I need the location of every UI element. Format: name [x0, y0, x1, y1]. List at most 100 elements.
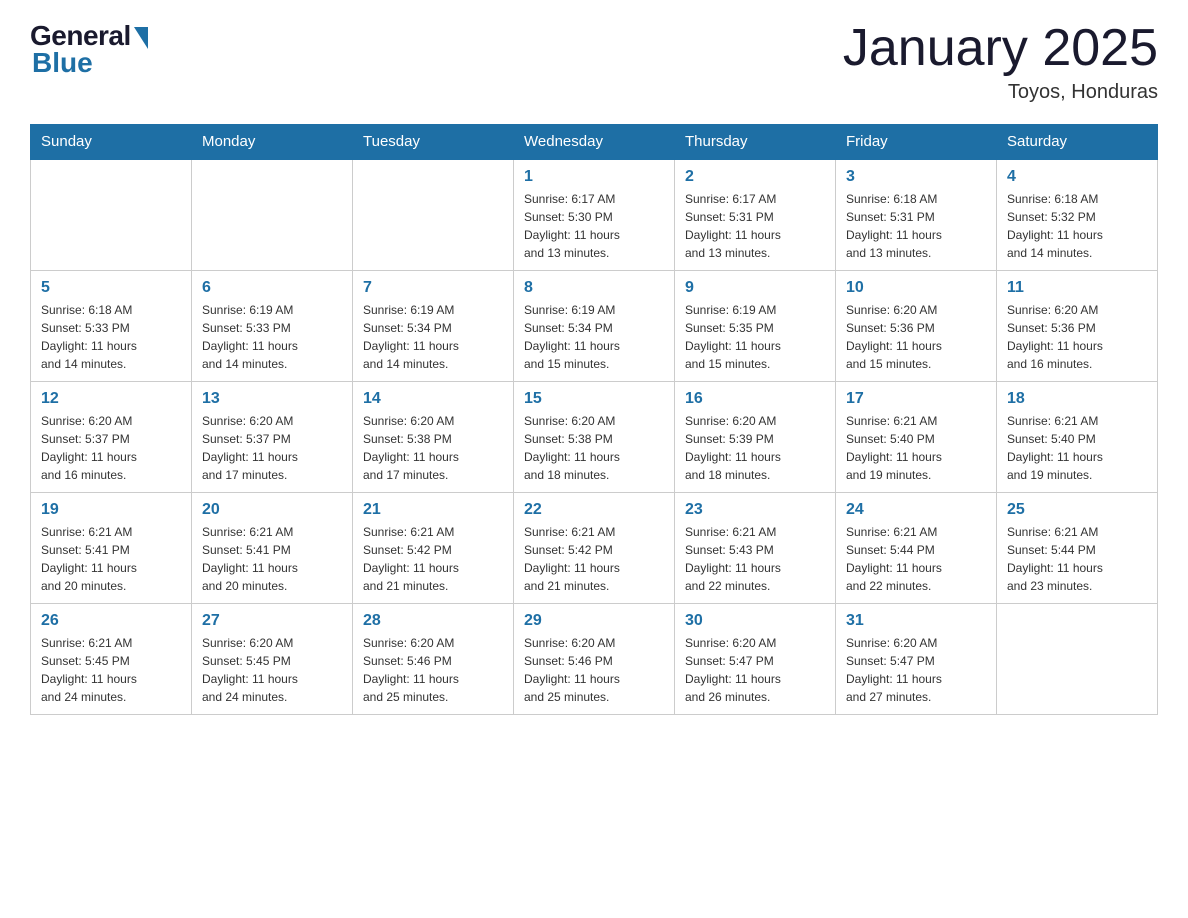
- calendar-table: SundayMondayTuesdayWednesdayThursdayFrid…: [30, 124, 1158, 715]
- calendar-cell: 24 Sunrise: 6:21 AM Sunset: 5:44 PM Dayli…: [836, 493, 997, 604]
- header-wednesday: Wednesday: [514, 125, 675, 160]
- calendar-cell: 19Sunrise: 6:21 AM Sunset: 5:41 PM Dayli…: [31, 493, 192, 604]
- day-info: Sunrise: 6:21 AM Sunset: 5:45 PM Dayligh…: [41, 634, 181, 706]
- calendar-cell: 25Sunrise: 6:21 AM Sunset: 5:44 PM Dayli…: [997, 493, 1158, 604]
- day-info: Sunrise: 6:20 AM Sunset: 5:38 PM Dayligh…: [524, 412, 664, 484]
- calendar-cell: 29 Sunrise: 6:20 AM Sunset: 5:46 PM Dayli…: [514, 604, 675, 715]
- calendar-week-row: 5Sunrise: 6:18 AM Sunset: 5:33 PM Daylig…: [31, 271, 1158, 382]
- day-number: 11: [1007, 279, 1147, 297]
- calendar-cell: [997, 604, 1158, 715]
- calendar-week-row: 19Sunrise: 6:21 AM Sunset: 5:41 PM Dayli…: [31, 493, 1158, 604]
- calendar-cell: 9Sunrise: 6:19 AM Sunset: 5:35 PM Daylig…: [675, 271, 836, 382]
- logo-triangle-icon: [134, 27, 148, 49]
- day-number: 28: [363, 612, 503, 630]
- calendar-cell: 17 Sunrise: 6:21 AM Sunset: 5:40 PM Dayli…: [836, 382, 997, 493]
- day-info: Sunrise: 6:21 AM Sunset: 5:40 PM Dayligh…: [1007, 412, 1147, 484]
- day-number: 16: [685, 390, 825, 408]
- calendar-cell: [31, 159, 192, 271]
- calendar-cell: 27 Sunrise: 6:20 AM Sunset: 5:45 PM Dayli…: [192, 604, 353, 715]
- day-number: 29: [524, 612, 664, 630]
- calendar-cell: 18 Sunrise: 6:21 AM Sunset: 5:40 PM Dayli…: [997, 382, 1158, 493]
- day-info: Sunrise: 6:19 AM Sunset: 5:34 PM Dayligh…: [363, 301, 503, 373]
- calendar-cell: 7 Sunrise: 6:19 AM Sunset: 5:34 PM Daylig…: [353, 271, 514, 382]
- day-info: Sunrise: 6:21 AM Sunset: 5:40 PM Dayligh…: [846, 412, 986, 484]
- day-info: Sunrise: 6:20 AM Sunset: 5:38 PM Dayligh…: [363, 412, 503, 484]
- calendar-cell: 11 Sunrise: 6:20 AM Sunset: 5:36 PM Dayli…: [997, 271, 1158, 382]
- day-number: 20: [202, 501, 342, 519]
- calendar-cell: 10 Sunrise: 6:20 AM Sunset: 5:36 PM Dayli…: [836, 271, 997, 382]
- day-number: 22: [524, 501, 664, 519]
- day-number: 10: [846, 279, 986, 297]
- day-info: Sunrise: 6:17 AM Sunset: 5:31 PM Dayligh…: [685, 190, 825, 262]
- day-info: Sunrise: 6:20 AM Sunset: 5:47 PM Dayligh…: [685, 634, 825, 706]
- header-friday: Friday: [836, 125, 997, 160]
- day-number: 24: [846, 501, 986, 519]
- day-number: 18: [1007, 390, 1147, 408]
- calendar-cell: 4 Sunrise: 6:18 AM Sunset: 5:32 PM Daylig…: [997, 159, 1158, 271]
- calendar-cell: 21Sunrise: 6:21 AM Sunset: 5:42 PM Dayli…: [353, 493, 514, 604]
- calendar-cell: 16 Sunrise: 6:20 AM Sunset: 5:39 PM Dayli…: [675, 382, 836, 493]
- header-thursday: Thursday: [675, 125, 836, 160]
- calendar-title: January 2025: [843, 20, 1158, 77]
- day-info: Sunrise: 6:20 AM Sunset: 5:47 PM Dayligh…: [846, 634, 986, 706]
- day-info: Sunrise: 6:20 AM Sunset: 5:36 PM Dayligh…: [846, 301, 986, 373]
- day-info: Sunrise: 6:20 AM Sunset: 5:36 PM Dayligh…: [1007, 301, 1147, 373]
- day-info: Sunrise: 6:21 AM Sunset: 5:44 PM Dayligh…: [846, 523, 986, 595]
- day-number: 19: [41, 501, 181, 519]
- calendar-cell: 22 Sunrise: 6:21 AM Sunset: 5:42 PM Dayli…: [514, 493, 675, 604]
- logo: General Blue: [30, 20, 148, 79]
- day-info: Sunrise: 6:20 AM Sunset: 5:45 PM Dayligh…: [202, 634, 342, 706]
- calendar-cell: [353, 159, 514, 271]
- day-number: 23: [685, 501, 825, 519]
- day-info: Sunrise: 6:20 AM Sunset: 5:39 PM Dayligh…: [685, 412, 825, 484]
- day-info: Sunrise: 6:18 AM Sunset: 5:31 PM Dayligh…: [846, 190, 986, 262]
- logo-blue-text: Blue: [32, 47, 93, 79]
- day-info: Sunrise: 6:20 AM Sunset: 5:37 PM Dayligh…: [41, 412, 181, 484]
- day-number: 15: [524, 390, 664, 408]
- day-number: 1: [524, 168, 664, 186]
- day-number: 26: [41, 612, 181, 630]
- calendar-cell: 31 Sunrise: 6:20 AM Sunset: 5:47 PM Dayli…: [836, 604, 997, 715]
- day-info: Sunrise: 6:17 AM Sunset: 5:30 PM Dayligh…: [524, 190, 664, 262]
- day-info: Sunrise: 6:20 AM Sunset: 5:37 PM Dayligh…: [202, 412, 342, 484]
- calendar-cell: [192, 159, 353, 271]
- day-number: 12: [41, 390, 181, 408]
- calendar-cell: 2 Sunrise: 6:17 AM Sunset: 5:31 PM Daylig…: [675, 159, 836, 271]
- calendar-week-row: 12 Sunrise: 6:20 AM Sunset: 5:37 PM Dayli…: [31, 382, 1158, 493]
- day-number: 31: [846, 612, 986, 630]
- calendar-cell: 15 Sunrise: 6:20 AM Sunset: 5:38 PM Dayli…: [514, 382, 675, 493]
- calendar-cell: 12 Sunrise: 6:20 AM Sunset: 5:37 PM Dayli…: [31, 382, 192, 493]
- calendar-cell: 20Sunrise: 6:21 AM Sunset: 5:41 PM Dayli…: [192, 493, 353, 604]
- day-info: Sunrise: 6:18 AM Sunset: 5:32 PM Dayligh…: [1007, 190, 1147, 262]
- calendar-cell: 23Sunrise: 6:21 AM Sunset: 5:43 PM Dayli…: [675, 493, 836, 604]
- day-number: 8: [524, 279, 664, 297]
- calendar-subtitle: Toyos, Honduras: [843, 81, 1158, 104]
- day-number: 30: [685, 612, 825, 630]
- day-number: 4: [1007, 168, 1147, 186]
- calendar-week-row: 1 Sunrise: 6:17 AM Sunset: 5:30 PM Daylig…: [31, 159, 1158, 271]
- day-info: Sunrise: 6:21 AM Sunset: 5:42 PM Dayligh…: [363, 523, 503, 595]
- day-info: Sunrise: 6:20 AM Sunset: 5:46 PM Dayligh…: [363, 634, 503, 706]
- calendar-cell: 14 Sunrise: 6:20 AM Sunset: 5:38 PM Dayli…: [353, 382, 514, 493]
- header-sunday: Sunday: [31, 125, 192, 160]
- page-header: General Blue January 2025 Toyos, Hondura…: [30, 20, 1158, 104]
- day-number: 2: [685, 168, 825, 186]
- day-info: Sunrise: 6:20 AM Sunset: 5:46 PM Dayligh…: [524, 634, 664, 706]
- day-number: 3: [846, 168, 986, 186]
- day-number: 14: [363, 390, 503, 408]
- calendar-week-row: 26 Sunrise: 6:21 AM Sunset: 5:45 PM Dayli…: [31, 604, 1158, 715]
- calendar-cell: 3 Sunrise: 6:18 AM Sunset: 5:31 PM Daylig…: [836, 159, 997, 271]
- calendar-header-row: SundayMondayTuesdayWednesdayThursdayFrid…: [31, 125, 1158, 160]
- calendar-cell: 1 Sunrise: 6:17 AM Sunset: 5:30 PM Daylig…: [514, 159, 675, 271]
- day-info: Sunrise: 6:19 AM Sunset: 5:34 PM Dayligh…: [524, 301, 664, 373]
- day-number: 7: [363, 279, 503, 297]
- day-number: 17: [846, 390, 986, 408]
- day-info: Sunrise: 6:21 AM Sunset: 5:42 PM Dayligh…: [524, 523, 664, 595]
- calendar-cell: 28 Sunrise: 6:20 AM Sunset: 5:46 PM Dayli…: [353, 604, 514, 715]
- calendar-cell: 8 Sunrise: 6:19 AM Sunset: 5:34 PM Daylig…: [514, 271, 675, 382]
- title-block: January 2025 Toyos, Honduras: [843, 20, 1158, 104]
- day-number: 27: [202, 612, 342, 630]
- day-number: 6: [202, 279, 342, 297]
- header-monday: Monday: [192, 125, 353, 160]
- day-info: Sunrise: 6:21 AM Sunset: 5:44 PM Dayligh…: [1007, 523, 1147, 595]
